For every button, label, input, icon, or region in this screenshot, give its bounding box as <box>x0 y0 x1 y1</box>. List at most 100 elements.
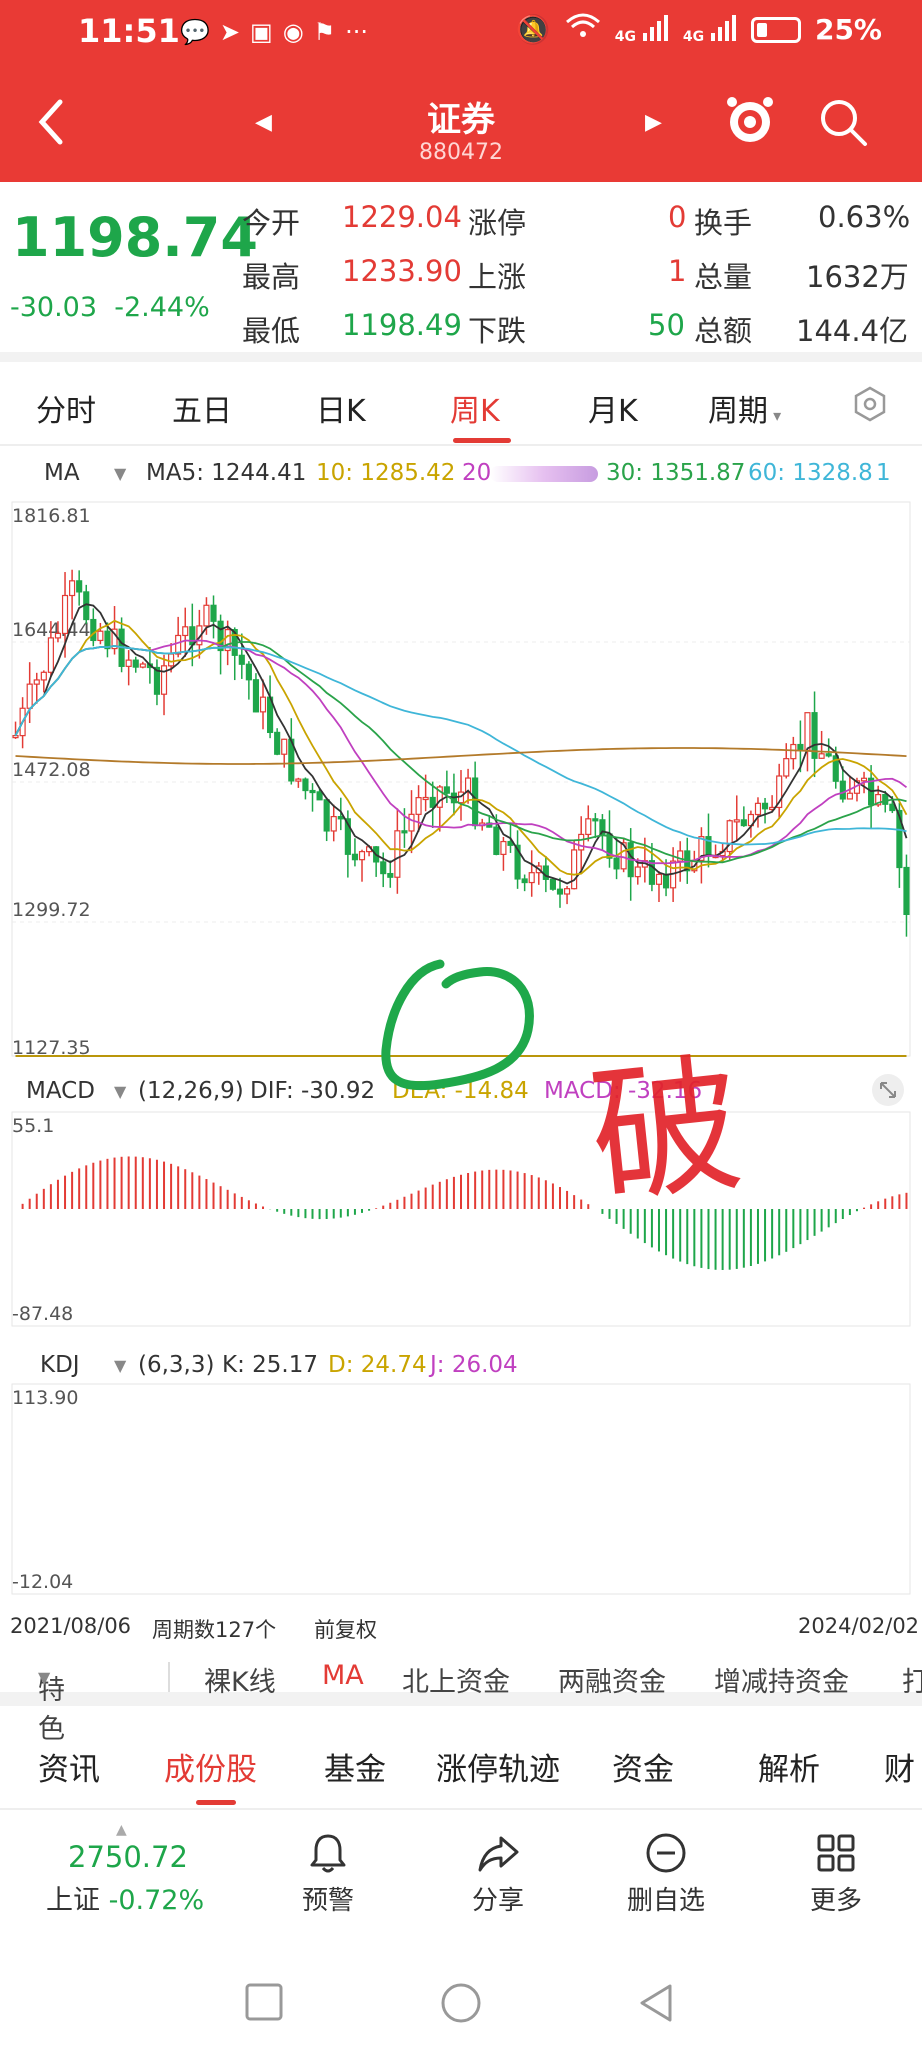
bottom-action-bar: ▲ 2750.72 上证 -0.72% 预警 分享 删自选 更多 <box>0 1812 922 1932</box>
tab-news[interactable]: 资讯 <box>38 1744 100 1789</box>
share-button[interactable]: 分享 <box>438 1830 558 1917</box>
tab-daily-k[interactable]: 日K <box>316 386 366 430</box>
candle-body <box>860 777 868 782</box>
candle-body <box>210 604 217 622</box>
more-button[interactable]: 更多 <box>776 1830 896 1917</box>
feature-margin[interactable]: 两融资金 <box>558 1660 666 1699</box>
tab-funds[interactable]: 基金 <box>324 1744 386 1789</box>
kdj-k: K: 25.17 <box>222 1352 318 1378</box>
decliners-label: 下跌 <box>468 314 527 348</box>
home-button[interactable] <box>440 1982 482 2028</box>
candle-body <box>259 696 267 713</box>
macd-dea: DEA: -14.84 <box>392 1078 529 1104</box>
back-nav-button[interactable] <box>636 1982 676 2028</box>
candle-body <box>648 860 655 885</box>
change-value: -30.03 <box>10 292 98 323</box>
index-name[interactable]: 上证 -0.72% <box>46 1878 204 1917</box>
ma-legend: MA ▼ MA5: 1244.41 10: 1285.42 20 30: 135… <box>0 452 922 496</box>
tab-capital[interactable]: 资金 <box>612 1744 674 1789</box>
price-axis-label: 1472.08 <box>12 759 91 781</box>
macd-value: MACD: -32.16 <box>544 1078 703 1104</box>
settings-button[interactable] <box>850 384 890 428</box>
divider <box>168 1662 170 1692</box>
tab-period-label: 周期 <box>708 394 768 429</box>
kdj-d: D: 24.74 <box>328 1352 427 1378</box>
alert-button[interactable]: 预警 <box>268 1830 388 1917</box>
system-nav-bar <box>0 1960 922 2048</box>
low-value: 1198.49 <box>342 308 462 342</box>
macd-legend: MACD ▼ (12,26,9) DIF: -30.92 DEA: -14.84… <box>0 1072 922 1112</box>
send-icon: ➤ <box>219 18 240 46</box>
turnover-label: 换手 <box>694 206 753 240</box>
feature-holdings-change[interactable]: 增减持资金 <box>714 1660 849 1699</box>
macd-dropdown-icon[interactable]: ▼ <box>114 1082 126 1101</box>
kdj-params: (6,3,3) <box>138 1352 215 1378</box>
candle-body <box>175 634 182 655</box>
period-tabs: 分时 五日 日K 周K 月K 周期 ▾ <box>0 362 922 446</box>
recents-button[interactable] <box>244 1982 284 2026</box>
expand-button[interactable] <box>870 1072 906 1114</box>
period-count: 周期数127个 <box>152 1618 277 1642</box>
search-button[interactable] <box>815 94 871 150</box>
candle-body <box>790 743 797 760</box>
tab-monthly-k[interactable]: 月K <box>588 386 638 430</box>
macd-bottom-label: -87.48 <box>12 1303 73 1325</box>
candle-body <box>549 878 556 890</box>
candle-body <box>542 865 549 880</box>
candle-body <box>302 778 309 792</box>
open-value: 1229.04 <box>342 200 462 234</box>
decliners-value: 50 <box>648 308 685 342</box>
candle-body <box>408 813 415 832</box>
candle-body <box>761 802 769 810</box>
kdj-label[interactable]: KDJ <box>40 1352 80 1378</box>
candle-body <box>662 873 670 889</box>
bell-icon <box>310 1834 346 1873</box>
feature-more[interactable]: 打 <box>902 1660 922 1699</box>
candle-body <box>69 580 76 597</box>
tab-limit-up-track[interactable]: 涨停轨迹 <box>436 1744 560 1789</box>
feature-ma[interactable]: MA <box>322 1660 364 1691</box>
macd-label[interactable]: MACD <box>26 1078 95 1104</box>
candle-body <box>316 791 323 801</box>
candle-body <box>571 849 578 890</box>
tab-five-day[interactable]: 五日 <box>172 386 232 430</box>
candle-body <box>740 819 747 827</box>
next-stock-button[interactable]: ▶ <box>645 110 662 135</box>
mascot-button[interactable] <box>722 92 778 148</box>
ma20-value: 20 <box>462 460 492 486</box>
tab-period[interactable]: 周期 ▾ <box>708 386 781 430</box>
ma5-value: MA5: 1244.41 <box>146 460 307 486</box>
price-change: -30.03 -2.44% <box>10 292 210 323</box>
kdj-dropdown-icon[interactable]: ▼ <box>114 1356 126 1375</box>
candle-body <box>12 735 19 739</box>
tab-constituents[interactable]: 成份股 <box>164 1744 257 1789</box>
share-label: 分享 <box>471 1886 524 1916</box>
wifi-icon <box>565 12 601 47</box>
open-label: 今开 <box>242 206 301 240</box>
adjust-mode[interactable]: 前复权 <box>314 1614 377 1644</box>
tab-finance[interactable]: 财 <box>884 1744 915 1789</box>
bulb-icon: ◉ <box>282 18 304 46</box>
candle-body <box>323 799 330 832</box>
candle-body <box>160 665 168 695</box>
feature-naked-k[interactable]: 裸K线 <box>204 1660 276 1699</box>
ma-dropdown-icon[interactable]: ▼ <box>114 464 126 483</box>
candle-body <box>309 789 316 794</box>
feature-northbound[interactable]: 北上资金 <box>402 1660 510 1699</box>
high-label: 最高 <box>242 260 301 294</box>
signal-icon: 4G <box>615 14 669 45</box>
candle-body <box>168 653 175 667</box>
candle-body <box>500 840 507 855</box>
index-value[interactable]: 2750.72 <box>68 1840 188 1874</box>
candle-body <box>655 873 663 885</box>
ma-label[interactable]: MA <box>44 460 80 486</box>
kdj-legend: KDJ ▼ (6,3,3) K: 25.17 D: 24.74 J: 26.04 <box>0 1346 922 1386</box>
candle-body <box>556 888 564 895</box>
candle-body <box>132 659 139 668</box>
tab-weekly-k[interactable]: 周K <box>450 386 500 430</box>
candle-body <box>528 872 535 884</box>
remove-watchlist-button[interactable]: 删自选 <box>606 1830 726 1917</box>
last-price: 1198.74 <box>12 206 258 269</box>
tab-analysis[interactable]: 解析 <box>758 1744 820 1789</box>
tab-intraday[interactable]: 分时 <box>36 386 96 430</box>
